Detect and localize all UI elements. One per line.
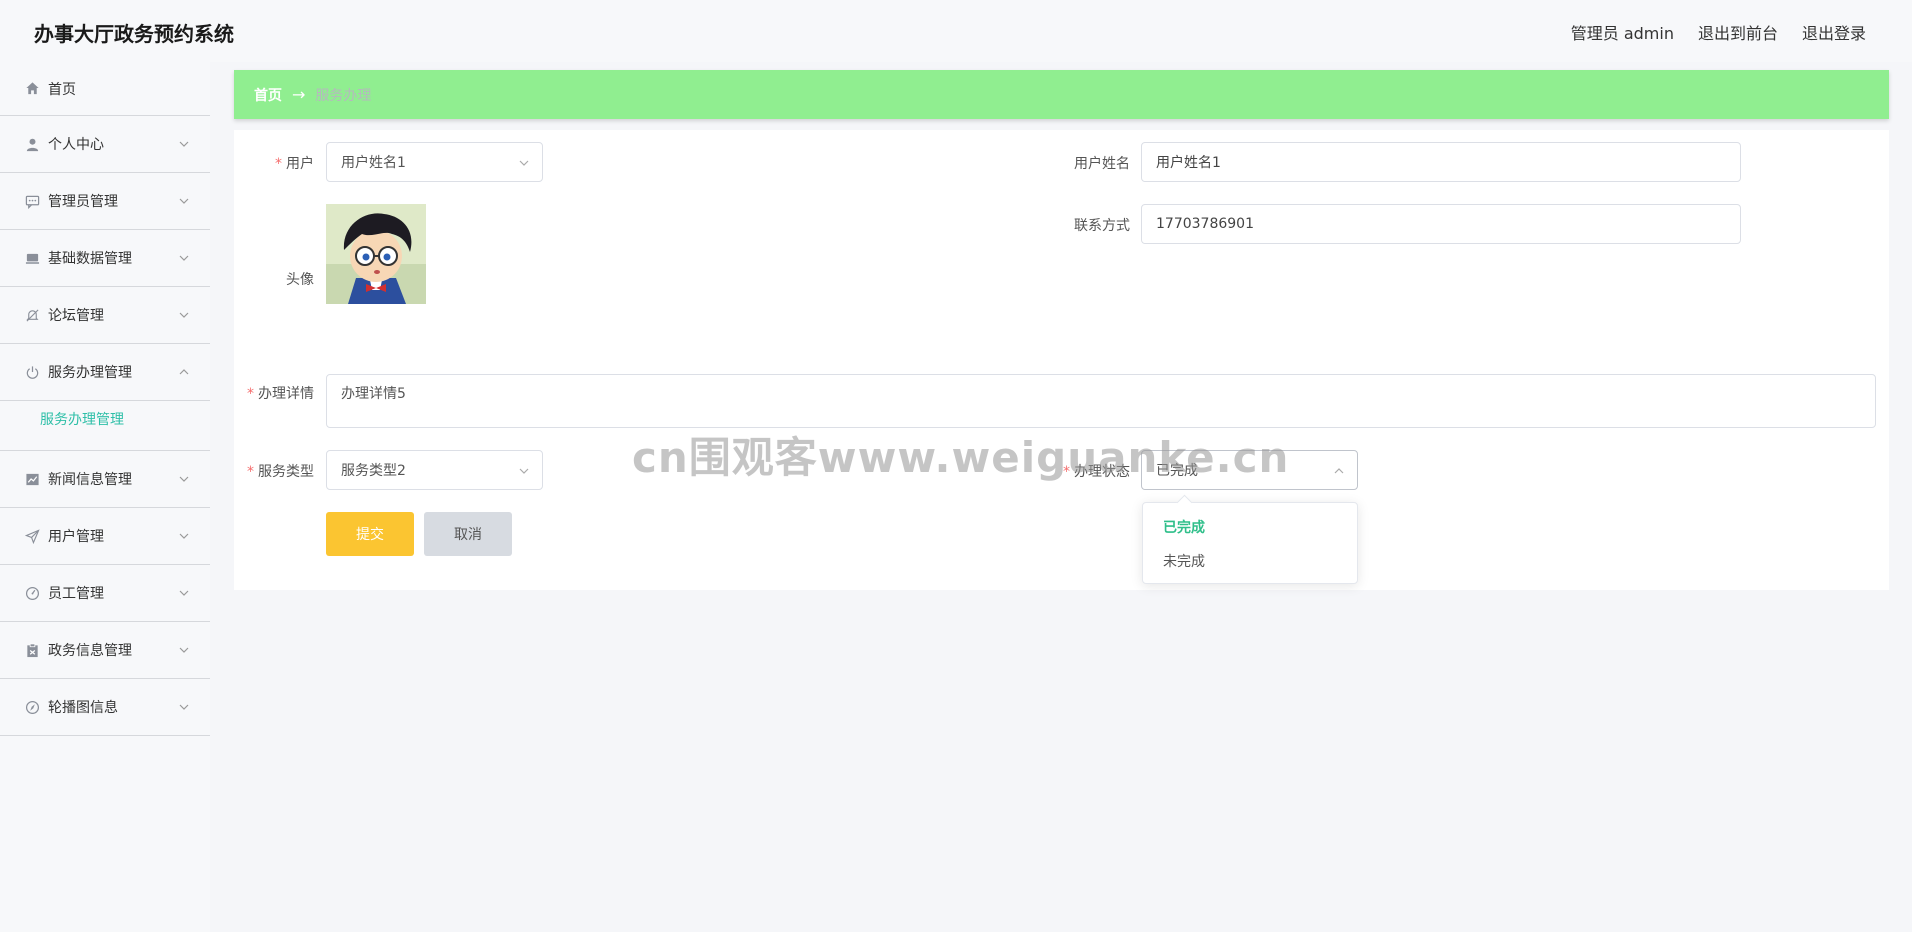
sidebar-item-basic-data[interactable]: 基础数据管理 — [0, 230, 210, 287]
sidebar-subitem-service-management[interactable]: 服务办理管理 — [0, 401, 210, 451]
detail-label-text: 办理详情 — [258, 386, 314, 402]
chevron-up-icon — [179, 369, 189, 375]
sidebar-item-forum[interactable]: 论坛管理 — [0, 287, 210, 344]
chevron-down-icon — [179, 476, 189, 482]
chevron-down-icon — [179, 198, 189, 204]
sidebar-item-news[interactable]: 新闻信息管理 — [0, 451, 210, 508]
user-select-value: 用户姓名1 — [341, 155, 406, 171]
detail-textarea-value: 办理详情5 — [341, 386, 406, 402]
gauge-icon — [24, 585, 40, 601]
sidebar-item-label: 基础数据管理 — [48, 251, 132, 267]
avatar-label: 头像 — [286, 272, 314, 288]
chevron-down-icon — [179, 590, 189, 596]
sidebar-item-label: 管理员管理 — [48, 194, 118, 210]
sidebar-item-personal-center[interactable]: 个人中心 — [0, 116, 210, 173]
phone-field[interactable]: 17703786901 — [1141, 204, 1741, 244]
required-mark: * — [275, 156, 282, 172]
sidebar-item-home[interactable]: 首页 — [0, 62, 210, 116]
sidebar-subitem-label: 服务办理管理 — [40, 411, 124, 428]
user-label: * 用户 — [270, 153, 314, 173]
chevron-down-icon — [179, 704, 189, 710]
required-mark: * — [247, 464, 254, 480]
sidebar-item-label: 个人中心 — [48, 137, 104, 153]
sidebar-item-label: 新闻信息管理 — [48, 472, 132, 488]
chevron-down-icon — [519, 468, 529, 474]
power-icon — [24, 364, 40, 380]
phone-field-value: 17703786901 — [1156, 216, 1254, 232]
user-icon — [24, 136, 40, 152]
sidebar-item-service-management[interactable]: 服务办理管理 — [0, 344, 210, 401]
box-icon — [24, 250, 40, 266]
service-type-select[interactable]: 服务类型2 — [326, 450, 543, 490]
chevron-down-icon — [179, 312, 189, 318]
status-option-completed[interactable]: 已完成 — [1163, 517, 1205, 537]
required-mark: * — [247, 386, 254, 402]
sidebar-item-gov-info[interactable]: 政务信息管理 — [0, 622, 210, 679]
sidebar-item-label: 轮播图信息 — [48, 700, 118, 716]
breadcrumb-separator: → — [292, 85, 306, 104]
submit-button[interactable]: 提交 — [326, 512, 414, 556]
clipboard-icon — [24, 642, 40, 658]
home-icon — [24, 81, 40, 97]
top-right-actions: 管理员 admin 退出到前台 退出登录 — [1571, 20, 1866, 44]
sidebar-item-label: 服务办理管理 — [48, 365, 132, 381]
chevron-down-icon — [179, 141, 189, 147]
cancel-button[interactable]: 取消 — [424, 512, 512, 556]
service-type-select-value: 服务类型2 — [341, 463, 406, 479]
chevron-down-icon — [179, 533, 189, 539]
username-label: 用户姓名 — [1074, 156, 1130, 172]
sidebar-item-label: 首页 — [48, 81, 76, 98]
sidebar-item-label: 用户管理 — [48, 529, 104, 545]
user-select[interactable]: 用户姓名1 — [326, 142, 543, 182]
sidebar: 首页 个人中心 管理员管理 基础数据管理 论坛管理 服务办理管理 服务办理管理 … — [0, 62, 210, 932]
phone-label: 联系方式 — [1074, 218, 1130, 234]
avatar — [326, 204, 426, 304]
sidebar-item-label: 论坛管理 — [48, 308, 104, 324]
username-field[interactable]: 用户姓名1 — [1141, 142, 1741, 182]
service-type-label: * 服务类型 — [240, 461, 314, 481]
sidebar-item-admin-management[interactable]: 管理员管理 — [0, 173, 210, 230]
chevron-down-icon — [179, 647, 189, 653]
sidebar-item-label: 政务信息管理 — [48, 643, 132, 659]
chat-icon — [24, 193, 40, 209]
sidebar-item-staff-management[interactable]: 员工管理 — [0, 565, 210, 622]
status-option-incomplete[interactable]: 未完成 — [1163, 551, 1205, 571]
chart-icon — [24, 471, 40, 487]
detail-textarea[interactable]: 办理详情5 — [326, 374, 1876, 428]
service-type-label-text: 服务类型 — [258, 464, 314, 480]
app-title: 办事大厅政务预约系统 — [34, 22, 234, 46]
logout-link[interactable]: 退出登录 — [1802, 20, 1866, 44]
chevron-down-icon — [179, 255, 189, 261]
sidebar-item-user-management[interactable]: 用户管理 — [0, 508, 210, 565]
username-field-value: 用户姓名1 — [1156, 155, 1221, 171]
chevron-up-icon — [1334, 468, 1344, 474]
bell-off-icon — [24, 307, 40, 323]
send-icon — [24, 528, 40, 544]
chevron-down-icon — [519, 160, 529, 166]
sidebar-item-label: 员工管理 — [48, 586, 104, 602]
admin-label: 管理员 admin — [1570, 24, 1674, 43]
status-dropdown: 已完成 未完成 — [1142, 502, 1358, 584]
sidebar-item-carousel[interactable]: 轮播图信息 — [0, 679, 210, 736]
exit-to-front-link[interactable]: 退出到前台 — [1698, 20, 1778, 44]
breadcrumb-current: 服务办理 — [315, 87, 372, 104]
top-bar: 办事大厅政务预约系统 管理员 admin 退出到前台 退出登录 — [0, 0, 1912, 62]
breadcrumb-home[interactable]: 首页 — [254, 85, 282, 105]
compass-icon — [24, 699, 40, 715]
user-label-text: 用户 — [286, 156, 314, 172]
breadcrumb: 首页 → 服务办理 — [234, 70, 1889, 119]
watermark: cn围观客www.weiguanke.cn — [632, 433, 1290, 482]
detail-label: * 办理详情 — [240, 383, 314, 403]
